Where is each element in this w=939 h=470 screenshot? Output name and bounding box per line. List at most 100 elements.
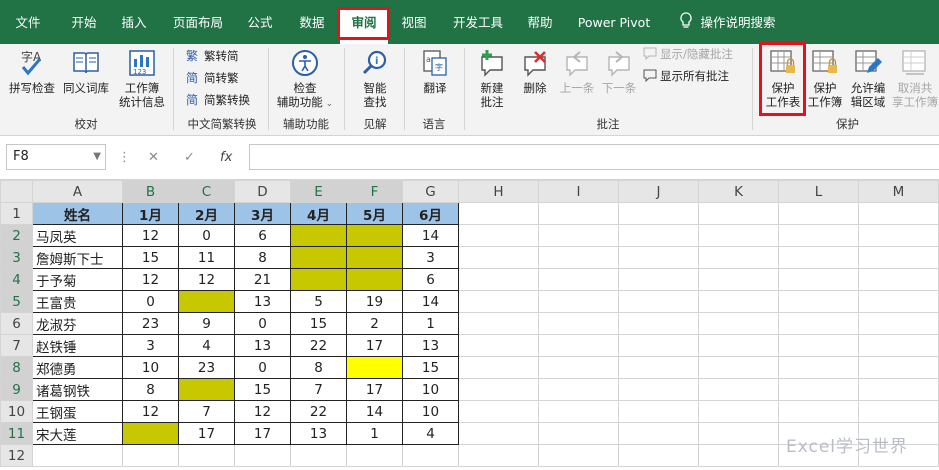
cell[interactable] <box>858 224 939 247</box>
cell[interactable]: 龙淑芬 <box>32 312 123 335</box>
cell[interactable] <box>402 444 459 467</box>
cell[interactable]: 3 <box>402 246 459 269</box>
cell[interactable] <box>458 246 539 269</box>
cell[interactable] <box>618 334 699 357</box>
cell[interactable]: 2月 <box>178 202 235 225</box>
cell[interactable] <box>778 268 859 291</box>
workbook-stats-button[interactable]: 123 工作簿 统计信息 <box>114 48 170 109</box>
simp-to-trad-button[interactable]: 简简转繁 <box>186 70 239 86</box>
show-all-comments-button[interactable]: 显示所有批注 <box>642 68 729 84</box>
cell[interactable] <box>618 444 699 467</box>
row-header[interactable]: 10 <box>0 400 33 423</box>
tab-insert[interactable]: 插入 <box>112 12 156 34</box>
cell[interactable]: 21 <box>234 268 291 291</box>
show-hide-comment-button[interactable]: 显示/隐藏批注 <box>642 46 733 62</box>
row-header[interactable]: 4 <box>0 268 33 291</box>
cell[interactable]: 0 <box>234 356 291 379</box>
column-header[interactable]: I <box>538 180 619 203</box>
cell[interactable]: 12 <box>178 268 235 291</box>
cell[interactable] <box>618 224 699 247</box>
cell[interactable] <box>778 312 859 335</box>
cell[interactable] <box>178 444 235 467</box>
cell[interactable] <box>858 202 939 225</box>
cell[interactable] <box>346 268 403 291</box>
cell[interactable]: 0 <box>122 290 179 313</box>
cell[interactable]: 9 <box>178 312 235 335</box>
cell[interactable]: 5 <box>290 290 347 313</box>
tab-file[interactable]: 文件 <box>8 12 48 34</box>
translate-button[interactable]: a字 翻译 <box>412 48 458 95</box>
column-header[interactable]: H <box>458 180 539 203</box>
cell[interactable]: 13 <box>234 334 291 357</box>
cell[interactable] <box>290 444 347 467</box>
previous-comment-button[interactable]: 上一条 <box>556 48 598 95</box>
cell[interactable] <box>538 356 619 379</box>
cell[interactable] <box>178 290 235 313</box>
cell[interactable]: 1月 <box>122 202 179 225</box>
cell[interactable]: 23 <box>178 356 235 379</box>
new-comment-button[interactable]: 新建 批注 <box>470 48 514 109</box>
cell[interactable]: 17 <box>234 422 291 445</box>
cell[interactable] <box>778 246 859 269</box>
thesaurus-button[interactable]: 同义词库 <box>60 48 112 95</box>
tell-me-search[interactable]: 操作说明搜索 <box>700 12 776 34</box>
cell[interactable]: 5月 <box>346 202 403 225</box>
cell[interactable]: 8 <box>122 378 179 401</box>
cell[interactable]: 15 <box>234 378 291 401</box>
cell[interactable] <box>458 224 539 247</box>
tab-home[interactable]: 开始 <box>62 12 106 34</box>
cell[interactable] <box>778 356 859 379</box>
row-header[interactable]: 7 <box>0 334 33 357</box>
name-box[interactable]: F8 ▼ <box>6 144 106 170</box>
smart-lookup-button[interactable]: i 智能 查找 <box>352 48 398 109</box>
cell[interactable]: 13 <box>402 334 459 357</box>
row-header[interactable]: 2 <box>0 224 33 247</box>
cell[interactable] <box>538 312 619 335</box>
column-header[interactable]: A <box>32 180 123 203</box>
cell[interactable]: 3月 <box>234 202 291 225</box>
row-header[interactable]: 9 <box>0 378 33 401</box>
cell[interactable] <box>290 246 347 269</box>
cell[interactable]: 7 <box>290 378 347 401</box>
tab-developer[interactable]: 开发工具 <box>446 12 510 34</box>
cell[interactable] <box>458 202 539 225</box>
spelling-button[interactable]: 字A 拼写检查 <box>6 48 58 95</box>
cell[interactable] <box>618 268 699 291</box>
cell[interactable]: 于予菊 <box>32 268 123 291</box>
column-header[interactable]: L <box>778 180 859 203</box>
tab-data[interactable]: 数据 <box>290 12 334 34</box>
delete-comment-button[interactable]: 删除 <box>514 48 556 95</box>
cell[interactable]: 10 <box>402 378 459 401</box>
cell[interactable]: 4 <box>178 334 235 357</box>
cell[interactable] <box>538 378 619 401</box>
cell[interactable] <box>698 444 779 467</box>
unshare-workbook-button[interactable]: 取消共 享工作簿 <box>892 48 938 109</box>
row-header[interactable]: 5 <box>0 290 33 313</box>
cell[interactable]: 13 <box>290 422 347 445</box>
cell[interactable]: 6 <box>402 268 459 291</box>
cell[interactable]: 4月 <box>290 202 347 225</box>
cell[interactable]: 王钢蛋 <box>32 400 123 423</box>
cell[interactable]: 10 <box>402 400 459 423</box>
cell[interactable] <box>538 268 619 291</box>
cell[interactable]: 1 <box>402 312 459 335</box>
cell[interactable] <box>698 400 779 423</box>
cell[interactable] <box>858 246 939 269</box>
cell[interactable] <box>178 378 235 401</box>
row-header[interactable]: 11 <box>0 422 33 445</box>
cell[interactable]: 14 <box>346 400 403 423</box>
allow-edit-ranges-button[interactable]: 允许编 辑区域 <box>846 48 890 109</box>
column-header[interactable]: C <box>178 180 235 203</box>
cell[interactable]: 宋大莲 <box>32 422 123 445</box>
row-header[interactable]: 1 <box>0 202 33 225</box>
cell[interactable] <box>458 356 539 379</box>
cell[interactable] <box>122 444 179 467</box>
cell[interactable] <box>618 422 699 445</box>
cell[interactable]: 12 <box>122 268 179 291</box>
cell[interactable] <box>122 422 179 445</box>
active-cell-f8[interactable] <box>346 356 403 379</box>
cell[interactable]: 姓名 <box>32 202 123 225</box>
cell[interactable]: 17 <box>346 378 403 401</box>
cell[interactable] <box>234 444 291 467</box>
cell[interactable] <box>458 268 539 291</box>
